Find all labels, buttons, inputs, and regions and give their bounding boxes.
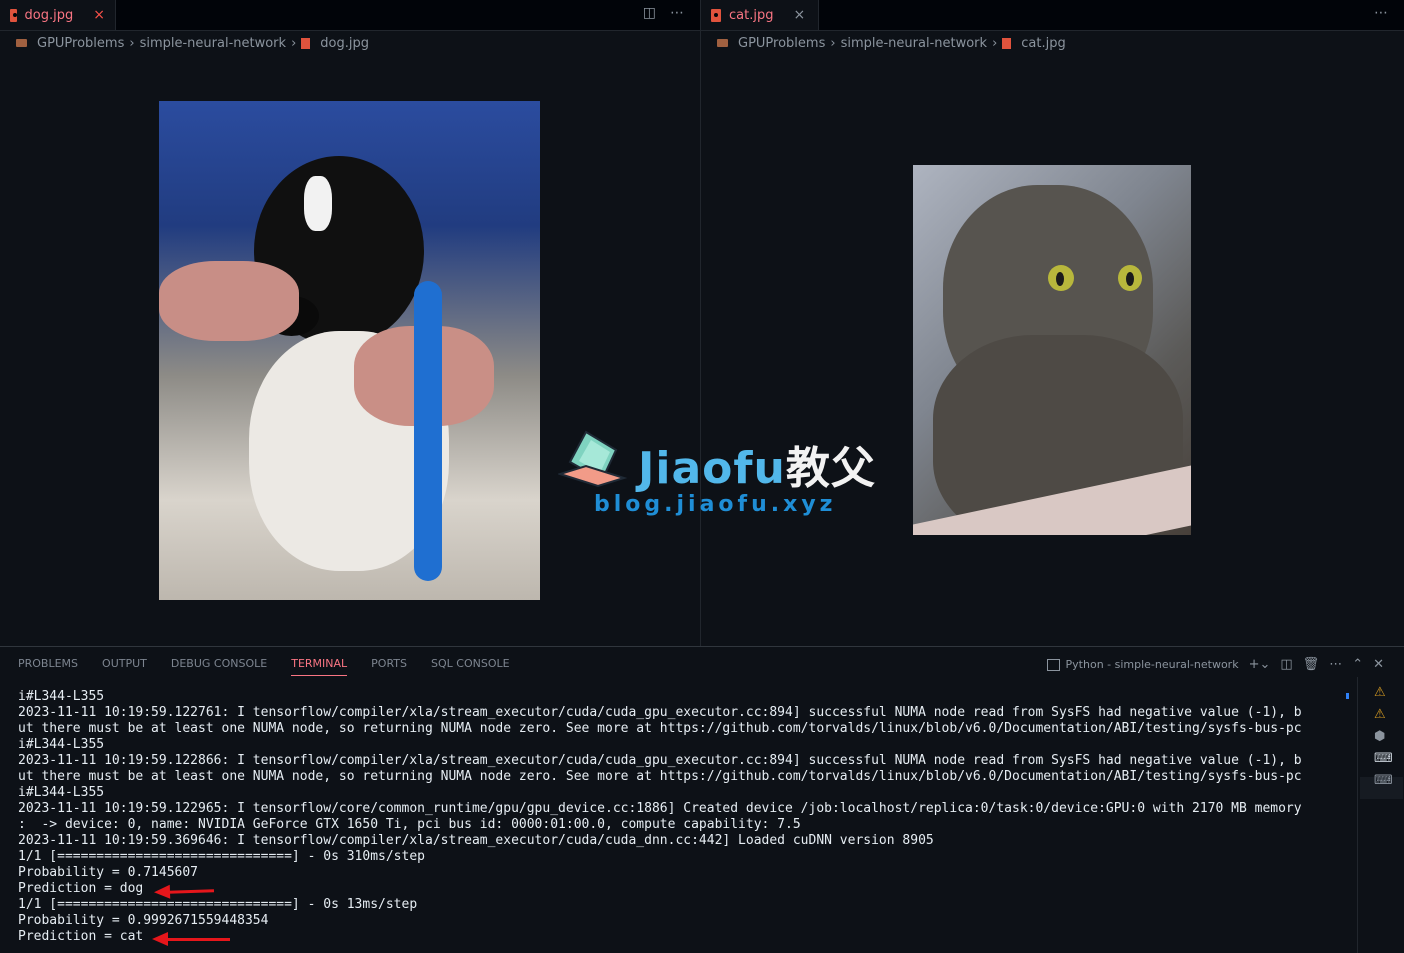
- terminal-icon: [1046, 659, 1060, 671]
- trash-icon[interactable]: 🗑: [1303, 657, 1320, 672]
- breadcrumb-item[interactable]: simple-neural-network: [140, 36, 287, 51]
- terminal-line: i#L344-L355: [18, 689, 105, 704]
- warning-icon[interactable]: ⚠: [1374, 685, 1386, 700]
- cat-photo: [913, 165, 1191, 535]
- image-file-icon: [1002, 37, 1012, 49]
- image-file-icon: [10, 8, 17, 22]
- breadcrumb-item[interactable]: simple-neural-network: [841, 36, 988, 51]
- terminal-selector[interactable]: Python - simple-neural-network: [1046, 658, 1239, 671]
- chevron-right-icon: ›: [291, 35, 297, 51]
- chevron-right-icon: ›: [129, 35, 135, 51]
- add-terminal-icon[interactable]: +⌄: [1249, 657, 1271, 672]
- more-actions-icon[interactable]: ⋯: [1329, 657, 1342, 672]
- terminal-line: ut there must be at least one NUMA node,…: [18, 769, 1302, 784]
- bottom-panel: PROBLEMS OUTPUT DEBUG CONSOLE TERMINAL P…: [0, 646, 1404, 953]
- terminal-line: i#L344-L355: [18, 785, 105, 800]
- tab-label: dog.jpg: [24, 7, 74, 23]
- more-actions-icon[interactable]: ⋯: [670, 5, 684, 21]
- warning-icon[interactable]: ⚠: [1374, 707, 1386, 722]
- terminal-line: 1/1 [==============================] - 0…: [18, 897, 418, 912]
- terminal-line: Probability = 0.9992671559448354: [18, 913, 269, 928]
- close-icon[interactable]: ×: [93, 7, 105, 23]
- terminal-line: ut there must be at least one NUMA node,…: [18, 721, 1302, 736]
- cube-icon[interactable]: ⬢: [1374, 729, 1385, 744]
- terminal-name: Python - simple-neural-network: [1065, 658, 1239, 671]
- close-panel-icon[interactable]: ✕: [1373, 657, 1384, 672]
- terminal-line: 2023-11-11 10:19:59.369646: I tensorflow…: [18, 833, 934, 848]
- terminal-line: 1/1 [==============================] - 0…: [18, 849, 425, 864]
- breadcrumb-item[interactable]: GPUProblems: [37, 36, 124, 51]
- breadcrumb: GPUProblems › simple-neural-network › do…: [16, 34, 369, 52]
- terminal-line: Prediction = dog: [18, 881, 144, 896]
- watermark-url: blog.jiaofu.xyz: [594, 492, 837, 517]
- tab-cat-jpg[interactable]: cat.jpg ×: [701, 0, 819, 30]
- terminal-line: 2023-11-11 10:19:59.122866: I tensorflow…: [18, 753, 1302, 768]
- tab-ports[interactable]: PORTS: [371, 657, 407, 676]
- split-editor-icon[interactable]: ◫: [643, 5, 656, 21]
- terminal-output[interactable]: i#L344-L355 2023-11-11 10:19:59.122761: I…: [18, 689, 1336, 945]
- breadcrumb-item[interactable]: GPUProblems: [738, 36, 825, 51]
- tab-terminal[interactable]: TERMINAL: [291, 657, 348, 676]
- chevron-right-icon: ›: [830, 35, 836, 51]
- terminal-line: 2023-11-11 10:19:59.122965: I tensorflow…: [18, 801, 1302, 816]
- right-editor-pane: cat.jpg × ⋯ GPUProblems › simple-neural-…: [701, 0, 1404, 646]
- watermark-title: Jiaofu教父: [638, 432, 876, 496]
- right-tab-bar: cat.jpg × ⋯: [701, 0, 1404, 31]
- watermark-title-latin: Jiaofu: [638, 443, 786, 494]
- more-actions-icon[interactable]: ⋯: [1374, 5, 1388, 21]
- left-tab-bar: dog.jpg × ◫ ⋯: [0, 0, 700, 31]
- folder-icon: [16, 39, 27, 47]
- folder-icon: [717, 39, 728, 47]
- terminal-list-strip: ⚠ ⚠ ⬢ ⌨ ⌨: [1357, 677, 1404, 953]
- tab-dog-jpg[interactable]: dog.jpg ×: [0, 0, 116, 30]
- watermark-title-cn: 教父: [785, 443, 876, 494]
- tab-sql-console[interactable]: SQL CONSOLE: [431, 657, 510, 676]
- left-editor-pane: dog.jpg × ◫ ⋯ GPUProblems › simple-neura…: [0, 0, 701, 646]
- split-terminal-icon[interactable]: ◫: [1280, 657, 1292, 672]
- terminal-icon[interactable]: ⌨: [1374, 773, 1393, 788]
- breadcrumb-item[interactable]: cat.jpg: [1021, 36, 1065, 51]
- watermark-logo: Jiaofu教父 blog.jiaofu.xyz: [558, 428, 878, 524]
- terminal-line: 2023-11-11 10:19:59.122761: I tensorflow…: [18, 705, 1302, 720]
- breadcrumb: GPUProblems › simple-neural-network › ca…: [717, 34, 1066, 52]
- panel-actions: Python - simple-neural-network +⌄ ◫ 🗑 ⋯ …: [1046, 657, 1384, 672]
- terminal-icon[interactable]: ⌨: [1374, 751, 1393, 766]
- scrollbar-indicator[interactable]: [1346, 693, 1349, 699]
- red-arrow-annotation: [152, 932, 230, 946]
- panel-tabs: PROBLEMS OUTPUT DEBUG CONSOLE TERMINAL P…: [18, 657, 510, 676]
- tab-problems[interactable]: PROBLEMS: [18, 657, 78, 676]
- maximize-panel-icon[interactable]: ⌃: [1352, 657, 1363, 672]
- laptop-icon: [558, 430, 628, 488]
- image-file-icon: [301, 37, 311, 49]
- terminal-line: : -> device: 0, name: NVIDIA GeForce GTX…: [18, 817, 801, 832]
- tab-label: cat.jpg: [729, 7, 774, 23]
- chevron-right-icon: ›: [992, 35, 998, 51]
- terminal-line: Probability = 0.7145607: [18, 865, 199, 880]
- tab-output[interactable]: OUTPUT: [102, 657, 147, 676]
- dog-photo: [159, 101, 540, 600]
- tab-debug-console[interactable]: DEBUG CONSOLE: [171, 657, 267, 676]
- terminal-line: Prediction = cat: [18, 929, 144, 944]
- close-icon[interactable]: ×: [793, 7, 805, 23]
- terminal-line: i#L344-L355: [18, 737, 105, 752]
- image-file-icon: [711, 8, 721, 22]
- breadcrumb-item[interactable]: dog.jpg: [320, 36, 369, 51]
